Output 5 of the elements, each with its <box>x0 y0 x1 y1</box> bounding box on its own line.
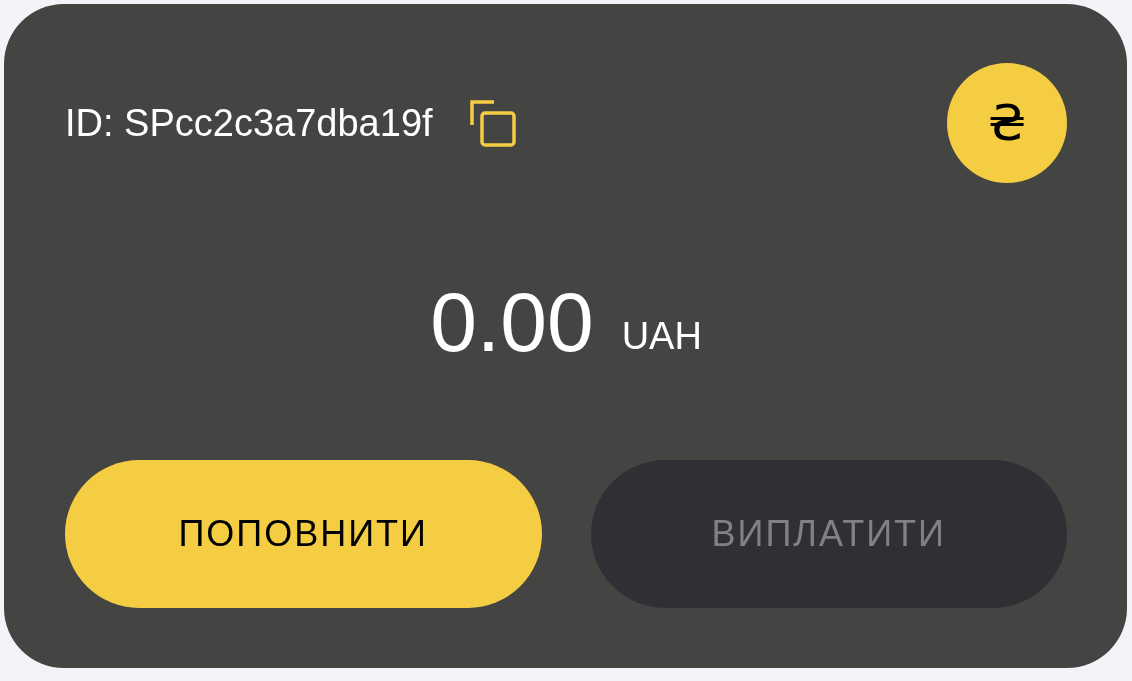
balance-amount: 0.00 <box>430 279 594 364</box>
wallet-id: ID: SPcc2c3a7dba19f <box>65 101 433 145</box>
action-button[interactable]: ПОПОВНИТИ <box>65 460 542 608</box>
currency-code: UAH <box>621 315 702 358</box>
currency-button[interactable]: ₴ <box>947 63 1067 183</box>
